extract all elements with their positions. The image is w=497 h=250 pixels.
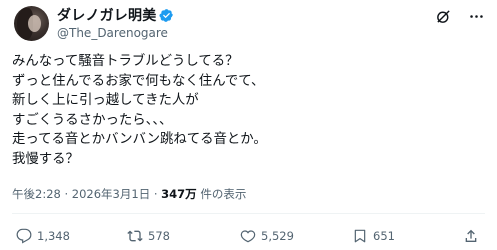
like-count: 5,529 [261,229,294,243]
grok-icon[interactable] [435,8,452,25]
tweet-meta: 午後2:28 · 2026年3月1日 · 347万 件の表示 [12,186,246,202]
retweet-count: 578 [148,229,170,243]
top-icons [435,8,485,25]
avatar[interactable] [14,6,49,41]
views-label: 件の表示 [196,187,247,201]
retweet-icon [127,230,143,242]
display-name[interactable]: ダレノガレ明美 [57,5,156,25]
name-row: ダレノガレ明美 [57,6,174,24]
views-count: 347万 [161,187,197,201]
tweet-line: ずっと住んでるお家で何もなく住んでて、 [12,73,265,89]
tweet-header: ダレノガレ明美 @The_Darenogare [57,6,174,40]
more-options-icon[interactable] [468,8,485,25]
avatar-face [28,15,41,32]
reply-count: 1,348 [37,229,70,243]
like-button[interactable]: 5,529 [240,228,294,244]
tweet-line: すごくうるさかったら、、、 [12,112,173,128]
tweet-line: みんなって騒音トラブルどうしてる？ [12,54,239,69]
tweet-line: 走ってる音とかバンバン跳ねてる音とか。 [12,132,267,147]
bookmark-count: 651 [373,229,395,243]
retweet-button[interactable]: 578 [127,228,170,244]
share-button[interactable] [463,228,479,244]
reply-icon [16,228,32,244]
divider [12,213,485,214]
bookmark-icon [354,229,366,243]
share-icon [465,229,477,242]
reply-button[interactable]: 1,348 [16,228,70,244]
tweet-line: 我慢する？ [12,151,79,167]
bookmark-button[interactable]: 651 [352,228,395,244]
verified-badge-icon [159,8,174,22]
tweet-text: みんなって騒音トラブルどうしてる？ ずっと住んでるお家で何もなく住んでて、 新し… [12,52,482,169]
action-bar: 1,348 578 5,529 651 [12,228,485,246]
timestamp[interactable]: 午後2:28 · 2026年3月1日 · [12,187,161,201]
user-handle[interactable]: @The_Darenogare [57,26,174,40]
tweet-line: 新しく上に引っ越してきた人が [12,93,199,108]
heart-icon [240,230,256,243]
